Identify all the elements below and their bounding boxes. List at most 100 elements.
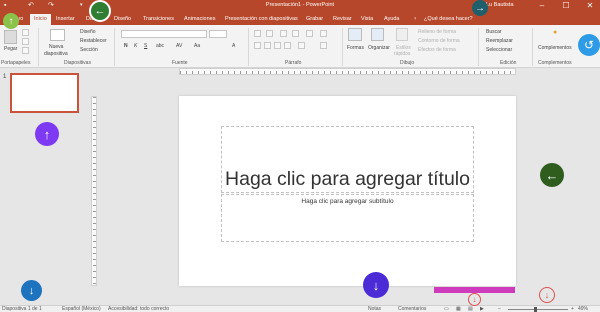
slide-counter: Diapositiva 1 de 1 <box>2 306 42 312</box>
group-addins: Complementos <box>538 60 572 66</box>
ribbon-divider <box>342 28 343 66</box>
bullets-icon[interactable] <box>254 30 261 37</box>
lightbulb-icon: ♀ <box>413 16 418 22</box>
quick-styles-label-2[interactable]: rápidos <box>394 51 410 57</box>
columns-icon[interactable] <box>298 42 305 49</box>
font-size-input[interactable] <box>209 30 227 38</box>
arrow-down-icon[interactable]: ↓ <box>468 293 481 306</box>
format-painter-icon[interactable] <box>22 47 29 54</box>
zoom-in-icon[interactable]: + <box>571 306 574 312</box>
numbering-icon[interactable] <box>266 30 273 37</box>
shape-fill-button[interactable]: Relleno de forma <box>418 29 456 35</box>
tab-ayuda[interactable]: Ayuda <box>384 14 400 25</box>
copy-icon[interactable] <box>22 38 29 45</box>
ribbon-divider <box>248 28 249 66</box>
tab-vista[interactable]: Vista <box>361 14 373 25</box>
tab-transiciones[interactable]: Transiciones <box>143 14 174 25</box>
bold-button[interactable]: N <box>124 43 128 49</box>
find-button[interactable]: Buscar <box>486 29 502 35</box>
decrease-indent-icon[interactable] <box>280 30 287 37</box>
arrow-left-icon[interactable]: ← <box>540 163 564 187</box>
arrow-up-icon[interactable]: ↑ <box>35 122 59 146</box>
subtitle-placeholder-text: Haga clic para agregar subtítulo <box>301 198 394 205</box>
arrange-button[interactable]: Organizar <box>368 45 390 51</box>
section-button[interactable]: Sección <box>80 47 98 53</box>
arrow-down-icon[interactable]: ↓ <box>21 280 42 301</box>
tab-insertar[interactable]: Insertar <box>56 14 75 25</box>
italic-button[interactable]: K <box>134 43 137 49</box>
new-slide-icon[interactable] <box>50 29 65 41</box>
minimize-button[interactable]: – <box>534 0 550 12</box>
group-clipboard: Portapapeles <box>1 60 31 66</box>
cut-icon[interactable] <box>22 29 29 36</box>
tell-me-search[interactable]: ¿Qué desea hacer? <box>424 14 473 25</box>
new-slide-label[interactable]: Nueva <box>49 44 63 50</box>
arrow-left-icon[interactable]: ← <box>89 0 111 22</box>
arrange-icon[interactable] <box>371 28 384 41</box>
text-direction-icon[interactable] <box>320 30 327 37</box>
line-spacing-icon[interactable] <box>306 30 313 37</box>
zoom-level[interactable]: 49% <box>578 306 588 312</box>
title-placeholder[interactable]: Haga clic para agregar título <box>221 126 474 193</box>
align-center-icon[interactable] <box>264 42 271 49</box>
arrow-down-icon[interactable]: ↓ <box>363 272 389 298</box>
title-placeholder-text: Haga clic para agregar título <box>225 168 470 190</box>
shapes-button[interactable]: Formas <box>347 45 364 51</box>
underline-button[interactable]: S <box>144 43 147 49</box>
group-drawing: Dibujo <box>400 60 415 66</box>
tab-animaciones[interactable]: Animaciones <box>184 14 216 25</box>
char-spacing-button[interactable]: AV <box>176 43 182 49</box>
justify-icon[interactable] <box>284 42 291 49</box>
accessibility-status[interactable]: Accesibilidad: todo correcto <box>108 306 169 312</box>
quick-styles-icon[interactable] <box>396 28 408 41</box>
shape-effects-button[interactable]: Efectos de forma <box>418 47 456 53</box>
slideshow-icon[interactable]: ▶ <box>480 306 484 312</box>
tab-inicio[interactable]: Inicio <box>30 14 51 25</box>
increase-indent-icon[interactable] <box>292 30 299 37</box>
new-slide-label-2[interactable]: diapositiva <box>44 51 68 57</box>
comments-button[interactable]: Comentarios <box>398 306 426 312</box>
user-name[interactable]: Lu Bautista <box>486 2 514 8</box>
reset-button[interactable]: Restablecer <box>80 38 107 44</box>
shape-outline-button[interactable]: Contorno de forma <box>418 38 460 44</box>
smartart-icon[interactable] <box>320 42 327 49</box>
tab-grabar[interactable]: Grabar <box>306 14 323 25</box>
tab-presentacion[interactable]: Presentación con diapositivas <box>225 14 298 25</box>
arrow-up-icon[interactable]: ↑ <box>3 13 19 29</box>
strikethrough-button[interactable]: abc <box>156 43 164 49</box>
arrow-down-icon[interactable]: ↓ <box>539 287 555 303</box>
arrow-right-icon[interactable]: → <box>472 0 488 16</box>
tab-revisar[interactable]: Revisar <box>333 14 352 25</box>
subtitle-placeholder[interactable]: Haga clic para agregar subtítulo <box>221 194 474 242</box>
change-case-button[interactable]: Aa <box>194 43 200 49</box>
addins-icon[interactable]: ● <box>553 29 557 36</box>
align-left-icon[interactable] <box>254 42 261 49</box>
select-button[interactable]: Seleccionar <box>486 47 512 53</box>
font-color-button[interactable]: A <box>232 43 235 49</box>
notes-button[interactable]: Notas <box>368 306 381 312</box>
zoom-slider[interactable] <box>508 309 568 310</box>
reading-view-icon[interactable]: ▤ <box>468 306 473 312</box>
zoom-out-icon[interactable]: – <box>498 306 501 312</box>
slide-thumbnail[interactable] <box>10 73 79 113</box>
ribbon-divider <box>38 28 39 66</box>
paste-icon[interactable] <box>4 30 17 44</box>
paste-button[interactable]: Pegar <box>4 46 17 52</box>
vertical-ruler <box>91 96 97 286</box>
align-right-icon[interactable] <box>274 42 281 49</box>
maximize-button[interactable]: ☐ <box>558 0 574 12</box>
layout-button[interactable]: Diseño <box>80 29 96 35</box>
tab-diseno[interactable]: Diseño <box>114 14 131 25</box>
normal-view-icon[interactable]: ▭ <box>444 306 449 312</box>
slide-sorter-icon[interactable]: ▦ <box>456 306 461 312</box>
close-button[interactable]: ✕ <box>582 0 598 12</box>
zoom-slider-handle[interactable] <box>534 307 537 312</box>
slide-number: 1 <box>3 74 7 80</box>
addins-button[interactable]: Complementos <box>538 45 572 51</box>
font-name-input[interactable] <box>121 30 207 38</box>
shapes-icon[interactable] <box>348 28 362 41</box>
return-icon[interactable]: ↺ <box>578 34 600 56</box>
replace-button[interactable]: Reemplazar <box>486 38 513 44</box>
language-indicator[interactable]: Español (México) <box>62 306 101 312</box>
horizontal-ruler <box>179 68 516 75</box>
